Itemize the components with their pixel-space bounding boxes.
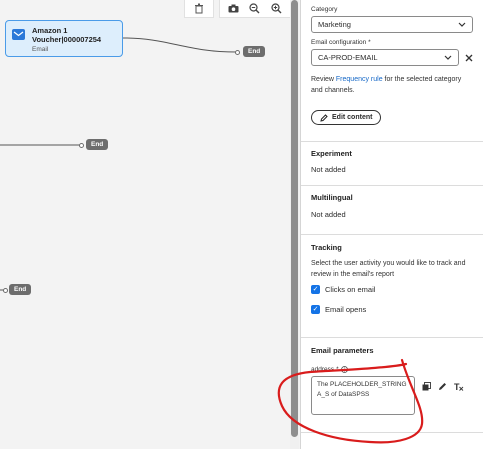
- divider: [301, 432, 483, 433]
- zoom-out-icon[interactable]: [247, 2, 263, 16]
- category-value: Marketing: [318, 20, 351, 29]
- tracking-option-clicks[interactable]: ✓ Clicks on email: [311, 285, 473, 294]
- experiment-heading: Experiment: [311, 149, 352, 158]
- email-config-label: Email configuration *: [311, 39, 371, 46]
- address-actions: T: [422, 382, 464, 391]
- zoom-in-icon[interactable]: [268, 2, 284, 16]
- delete-toolbar: [184, 0, 214, 18]
- svg-text:T: T: [454, 382, 460, 391]
- frequency-rule-link[interactable]: Frequency rule: [336, 76, 383, 83]
- email-config-value: CA-PROD-EMAIL: [318, 53, 378, 62]
- info-icon[interactable]: [340, 366, 348, 373]
- end-node[interactable]: End: [86, 139, 109, 150]
- email-parameters-heading: Email parameters: [311, 346, 374, 355]
- multilingual-heading: Multilingual: [311, 193, 353, 202]
- email-config-row: CA-PROD-EMAIL: [311, 49, 473, 66]
- camera-icon[interactable]: [226, 2, 242, 16]
- email-activity-node[interactable]: Amazon 1 Voucher|000007254 Email: [5, 20, 123, 57]
- category-label: Category: [311, 6, 338, 13]
- checkbox-checked-icon[interactable]: ✓: [311, 285, 320, 294]
- end-node[interactable]: End: [243, 46, 266, 57]
- pencil-icon[interactable]: [438, 382, 447, 391]
- checkbox-checked-icon[interactable]: ✓: [311, 305, 320, 314]
- clear-icon[interactable]: [465, 54, 473, 62]
- multilingual-value: Not added: [311, 210, 346, 219]
- address-textarea[interactable]: The PLACEHOLDER_STRINGA_S of DataSPSS: [311, 376, 415, 415]
- chevron-down-icon: [458, 22, 466, 27]
- connection-line: [122, 37, 238, 53]
- address-row: The PLACEHOLDER_STRINGA_S of DataSPSS T: [311, 376, 473, 415]
- clear-formatting-icon[interactable]: T: [454, 382, 464, 391]
- journey-canvas[interactable]: Amazon 1 Voucher|000007254 Email End End…: [0, 0, 290, 449]
- email-icon: [12, 29, 25, 40]
- end-node-port: [79, 142, 84, 148]
- chevron-down-icon: [444, 55, 452, 60]
- address-label: address *: [311, 366, 473, 373]
- email-node-title: Amazon 1 Voucher|000007254: [32, 26, 102, 44]
- trash-icon[interactable]: [191, 2, 207, 16]
- frequency-rule-text: Review Frequency rule for the selected c…: [311, 76, 462, 94]
- end-node[interactable]: End: [9, 284, 32, 295]
- canvas-scrollbar[interactable]: [290, 0, 299, 449]
- view-toolbar: [219, 0, 290, 18]
- email-config-select[interactable]: CA-PROD-EMAIL: [311, 49, 459, 66]
- tracking-heading: Tracking: [311, 243, 342, 252]
- experiment-value: Not added: [311, 165, 346, 174]
- copy-icon[interactable]: [422, 382, 431, 391]
- email-node-type: Email: [32, 46, 49, 53]
- pencil-icon: [320, 113, 328, 122]
- canvas-connections: [0, 37, 238, 291]
- category-select[interactable]: Marketing: [311, 16, 473, 33]
- end-node-port: [3, 287, 8, 293]
- tracking-description: Select the user activity you would like …: [311, 260, 466, 278]
- scrollbar-thumb[interactable]: [291, 0, 298, 437]
- edit-content-wrap: Edit content: [311, 110, 473, 125]
- properties-panel: Category Marketing Email configuration *…: [300, 0, 483, 449]
- end-node-port: [235, 49, 240, 55]
- edit-content-button[interactable]: Edit content: [311, 110, 382, 125]
- tracking-option-opens[interactable]: ✓ Email opens: [311, 305, 473, 314]
